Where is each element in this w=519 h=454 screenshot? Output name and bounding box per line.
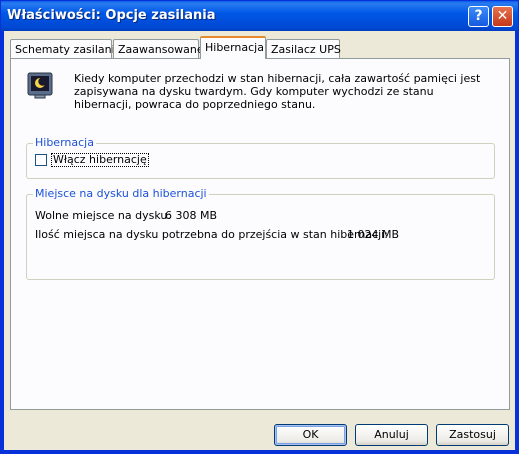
monitor-moon-icon xyxy=(27,72,53,99)
required-space-value: 1 024 MB xyxy=(347,228,400,241)
tab-label: Zaawansowane xyxy=(118,43,204,56)
tab-label: Zasilacz UPS xyxy=(271,43,341,56)
title-bar[interactable]: Właściwości: Opcje zasilania ? ✕ xyxy=(1,1,518,31)
hibernation-group: Hibernacja Włącz hibernację xyxy=(26,136,495,179)
window-border-right xyxy=(515,31,518,454)
dialog-window: Właściwości: Opcje zasilania ? ✕ Schemat… xyxy=(0,0,519,454)
free-space-label: Wolne miejsce na dysku: xyxy=(35,209,172,222)
tab-schematy-zasilania[interactable]: Schematy zasilania xyxy=(10,39,121,58)
close-button[interactable]: ✕ xyxy=(492,6,513,27)
required-space-label: Ilość miejsca na dysku potrzebna do prze… xyxy=(35,228,388,241)
enable-hibernation-checkbox[interactable] xyxy=(35,154,47,166)
intro-text: Kiedy komputer przechodzi w stan hiberna… xyxy=(74,72,481,111)
tab-zasilacz-ups[interactable]: Zasilacz UPS xyxy=(266,39,341,58)
help-button[interactable]: ? xyxy=(468,6,489,27)
tab-panel-hibernacja: Kiedy komputer przechodzi w stan hiberna… xyxy=(10,58,510,410)
window-title: Właściwości: Opcje zasilania xyxy=(7,8,216,23)
window-border-bottom xyxy=(1,450,518,453)
window-border-left xyxy=(1,31,4,454)
tab-label: Schematy zasilania xyxy=(15,43,122,56)
disk-space-group: Miejsce na dysku dla hibernacji Wolne mi… xyxy=(26,187,495,280)
tab-zaawansowane[interactable]: Zaawansowane xyxy=(113,39,204,58)
disk-space-group-label: Miejsce na dysku dla hibernacji xyxy=(33,187,209,200)
tab-hibernacja[interactable]: Hibernacja xyxy=(200,36,266,59)
ok-button[interactable]: OK xyxy=(274,424,347,446)
cancel-button[interactable]: Anuluj xyxy=(355,424,428,446)
apply-button[interactable]: Zastosuj xyxy=(436,424,509,446)
enable-hibernation-label[interactable]: Włącz hibernację xyxy=(51,153,149,167)
tab-label: Hibernacja xyxy=(205,41,264,54)
free-space-value: 6 308 MB xyxy=(165,209,218,222)
hibernation-group-label: Hibernacja xyxy=(33,136,96,149)
